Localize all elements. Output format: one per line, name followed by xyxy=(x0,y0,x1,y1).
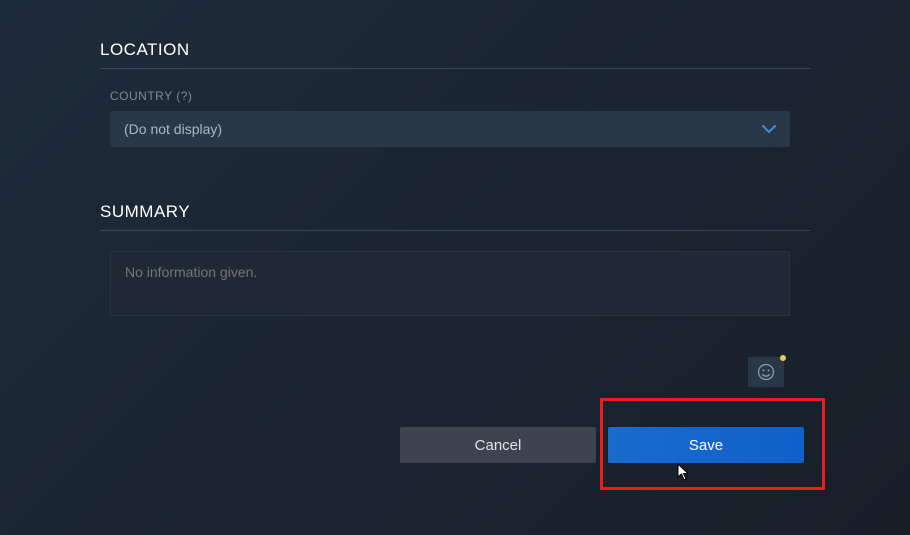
chevron-down-icon xyxy=(762,122,776,136)
country-dropdown-value: (Do not display) xyxy=(124,121,222,137)
cancel-button[interactable]: Cancel xyxy=(400,427,596,463)
notification-dot-icon xyxy=(780,355,786,361)
summary-textarea[interactable] xyxy=(110,251,790,316)
location-header: LOCATION xyxy=(100,40,810,69)
summary-section: SUMMARY xyxy=(100,202,810,321)
smiley-icon xyxy=(756,362,776,382)
emoji-picker-button[interactable] xyxy=(748,357,784,387)
cursor-icon xyxy=(677,463,691,486)
location-section: LOCATION COUNTRY (?) (Do not display) xyxy=(100,40,810,147)
action-buttons: Cancel Save xyxy=(400,427,804,463)
country-label: COUNTRY (?) xyxy=(110,89,810,103)
country-dropdown[interactable]: (Do not display) xyxy=(110,111,790,147)
save-button[interactable]: Save xyxy=(608,427,804,463)
summary-header: SUMMARY xyxy=(100,202,810,231)
